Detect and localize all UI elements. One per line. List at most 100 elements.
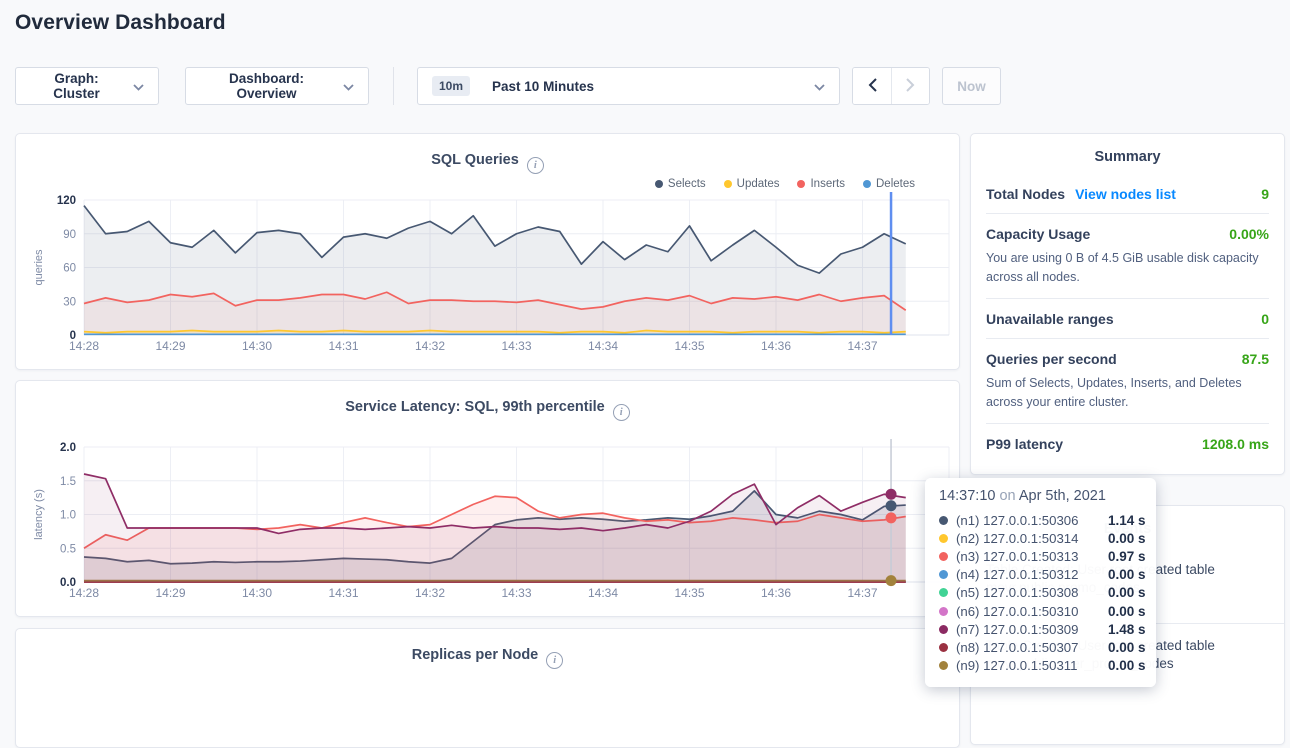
- sql-queries-chart-plot[interactable]: 030609012014:2814:2914:3014:3114:3214:33…: [16, 134, 959, 369]
- toolbar-divider: [393, 67, 394, 105]
- summary-row-value: 87.5: [1242, 351, 1269, 367]
- graph-dropdown-label: Graph: Cluster: [30, 71, 123, 101]
- svg-text:14:31: 14:31: [328, 339, 358, 353]
- svg-text:14:34: 14:34: [588, 586, 618, 600]
- summary-row: Capacity Usage0.00% You are using 0 B of …: [986, 213, 1269, 298]
- svg-text:14:29: 14:29: [155, 339, 185, 353]
- summary-row-header: Queries per second 87.5: [986, 351, 1269, 367]
- tooltip-node-label: (n3) 127.0.0.1:50313: [956, 549, 1108, 564]
- tooltip-node-label: (n1) 127.0.0.1:50306: [956, 513, 1108, 528]
- summary-row: P99 latency 1208.0 ms: [986, 423, 1269, 463]
- svg-text:queries: queries: [33, 249, 45, 286]
- svg-text:14:33: 14:33: [501, 339, 531, 353]
- chevron-down-icon: [814, 79, 825, 94]
- svg-text:14:32: 14:32: [415, 339, 445, 353]
- tooltip-node-value: 1.48 s: [1108, 622, 1146, 637]
- tooltip-node-value: 1.14 s: [1108, 513, 1146, 528]
- svg-text:14:31: 14:31: [328, 586, 358, 600]
- toolbar: Graph: Cluster Dashboard: Overview 10m P…: [15, 67, 1001, 105]
- svg-text:30: 30: [63, 296, 76, 308]
- summary-row-header: Unavailable ranges 0: [986, 311, 1269, 327]
- node-color-dot: [939, 661, 948, 670]
- node-color-dot: [939, 625, 948, 634]
- summary-row-description: You are using 0 B of 4.5 GiB usable disk…: [986, 249, 1269, 287]
- chevron-down-icon: [343, 79, 354, 94]
- summary-row-label: P99 latency: [986, 436, 1063, 452]
- svg-text:14:30: 14:30: [242, 339, 272, 353]
- svg-text:14:34: 14:34: [588, 339, 618, 353]
- dashboard-dropdown[interactable]: Dashboard: Overview: [185, 67, 369, 105]
- summary-row-value: 9: [1261, 186, 1269, 202]
- latency-chart-plot[interactable]: 0.00.51.01.52.014:2814:2914:3014:3114:32…: [16, 381, 959, 616]
- svg-text:1.5: 1.5: [60, 476, 76, 488]
- node-color-dot: [939, 643, 948, 652]
- chevron-left-icon: [868, 78, 877, 95]
- summary-row-label: Queries per second: [986, 351, 1117, 367]
- summary-row-description: Sum of Selects, Updates, Inserts, and De…: [986, 374, 1269, 412]
- tooltip-node-label: (n7) 127.0.0.1:50309: [956, 622, 1108, 637]
- svg-text:14:36: 14:36: [761, 339, 791, 353]
- tooltip-node-label: (n6) 127.0.0.1:50310: [956, 604, 1108, 619]
- tooltip-node-value: 0.00 s: [1108, 604, 1146, 619]
- dashboard-dropdown-label: Dashboard: Overview: [200, 71, 333, 101]
- tooltip-timestamp: 14:37:10 on Apr 5th, 2021: [939, 488, 1142, 504]
- node-color-dot: [939, 570, 948, 579]
- node-color-dot: [939, 534, 948, 543]
- summary-row-value: 0: [1261, 311, 1269, 327]
- tooltip-node-label: (n9) 127.0.0.1:50311: [956, 658, 1108, 673]
- tooltip-node-value: 0.00 s: [1108, 567, 1146, 582]
- time-pager: [852, 67, 930, 105]
- service-latency-panel: Service Latency: SQL, 99th percentilei0.…: [15, 380, 960, 617]
- svg-text:120: 120: [57, 195, 76, 207]
- time-range-dropdown[interactable]: 10m Past 10 Minutes: [417, 67, 840, 105]
- svg-text:14:37: 14:37: [847, 339, 877, 353]
- chevron-right-icon: [906, 78, 915, 95]
- time-range-badge: 10m: [432, 76, 470, 96]
- svg-text:14:35: 14:35: [674, 339, 704, 353]
- svg-text:14:30: 14:30: [242, 586, 272, 600]
- summary-row: Unavailable ranges 0: [986, 298, 1269, 338]
- tooltip-node-label: (n8) 127.0.0.1:50307: [956, 640, 1108, 655]
- summary-row: Queries per second 87.5 Sum of Selects, Up…: [986, 338, 1269, 423]
- svg-text:90: 90: [63, 229, 76, 241]
- svg-text:14:33: 14:33: [501, 586, 531, 600]
- sql-queries-panel: SQL QueriesiSelectsUpdatesInsertsDeletes…: [15, 133, 960, 370]
- now-button[interactable]: Now: [942, 67, 1001, 105]
- tooltip-node-row: (n8) 127.0.0.1:503070.00 s: [939, 638, 1142, 656]
- time-next-button[interactable]: [891, 68, 929, 104]
- summary-row-label: Unavailable ranges: [986, 311, 1114, 327]
- tooltip-node-value: 0.00 s: [1108, 640, 1146, 655]
- chart-hover-tooltip: 14:37:10 on Apr 5th, 2021 (n1) 127.0.0.1…: [925, 478, 1156, 687]
- svg-text:latency (s): latency (s): [33, 489, 45, 540]
- summary-row-label: Capacity Usage: [986, 226, 1090, 242]
- svg-text:14:37: 14:37: [847, 586, 877, 600]
- view-nodes-list-link[interactable]: View nodes list: [1075, 186, 1176, 202]
- svg-text:14:35: 14:35: [674, 586, 704, 600]
- summary-row-value: 1208.0 ms: [1202, 436, 1269, 452]
- tooltip-node-value: 0.97 s: [1108, 549, 1146, 564]
- svg-text:14:28: 14:28: [69, 339, 99, 353]
- summary-row-header: Total Nodes View nodes list 9: [986, 186, 1269, 202]
- tooltip-node-row: (n2) 127.0.0.1:503140.00 s: [939, 529, 1142, 547]
- tooltip-node-value: 0.00 s: [1108, 531, 1146, 546]
- chevron-down-icon: [133, 79, 144, 94]
- summary-panel: Summary Total NodesView nodes list9Capac…: [970, 133, 1285, 475]
- node-color-dot: [939, 607, 948, 616]
- tooltip-node-row: (n5) 127.0.0.1:503080.00 s: [939, 584, 1142, 602]
- replicas-per-node-panel: Replicas per Node i: [15, 628, 960, 748]
- info-icon[interactable]: i: [546, 652, 563, 669]
- summary-row-header: Capacity Usage0.00%: [986, 226, 1269, 242]
- svg-text:14:32: 14:32: [415, 586, 445, 600]
- summary-row: Total Nodes View nodes list 9: [986, 174, 1269, 213]
- graph-dropdown[interactable]: Graph: Cluster: [15, 67, 159, 105]
- tooltip-node-row: (n6) 127.0.0.1:503100.00 s: [939, 602, 1142, 620]
- chart-title: Replicas per Node i: [16, 647, 959, 669]
- svg-text:60: 60: [63, 263, 76, 275]
- tooltip-node-row: (n1) 127.0.0.1:503061.14 s: [939, 511, 1142, 529]
- chart-title-text: Replicas per Node: [412, 647, 539, 663]
- summary-row-header: P99 latency 1208.0 ms: [986, 436, 1269, 452]
- time-prev-button[interactable]: [853, 68, 891, 104]
- svg-text:14:28: 14:28: [69, 586, 99, 600]
- svg-text:14:36: 14:36: [761, 586, 791, 600]
- summary-row-label: Total Nodes: [986, 186, 1065, 202]
